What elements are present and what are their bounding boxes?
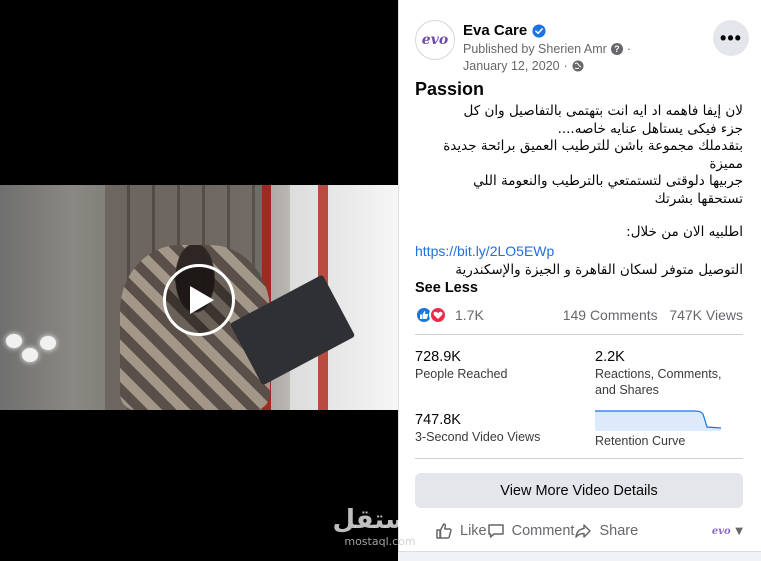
post-body-line: جزء فيكى يستاهل عنايه خاصه.... — [557, 120, 743, 137]
post-body-line: لان إيفا فاهمه اد ايه انت بتهتمى بالتفاص… — [463, 103, 743, 119]
stat-people-reached: 728.9K People Reached — [415, 349, 575, 383]
post-as-selector[interactable]: evo ▼ — [711, 524, 743, 538]
thumbs-up-icon — [436, 523, 452, 539]
stat-retention: Retention Curve — [595, 432, 755, 450]
stat-label: 3-Second Video Views — [415, 430, 541, 444]
info-icon[interactable]: ? — [610, 43, 623, 55]
globe-icon — [572, 60, 584, 72]
post-date-row: January 12, 2020 · — [463, 59, 584, 73]
stat-label: Retention Curve — [595, 434, 686, 448]
watermark-url: mostaql.com — [344, 535, 416, 548]
page-name-row: Eva Care — [463, 22, 546, 39]
play-button[interactable] — [163, 264, 235, 336]
chevron-down-icon: ▼ — [735, 525, 743, 537]
reactions-summary: 1.7K 149 Comments 747K Views — [415, 304, 743, 326]
published-by: Published by Sherien Amr ? · — [463, 42, 631, 56]
stat-label: People Reached — [415, 367, 508, 381]
page-avatar-mini: evo — [711, 525, 731, 537]
more-options-button[interactable]: ••• — [713, 20, 749, 56]
reaction-icons[interactable] — [415, 306, 447, 324]
post-body-line: بتقدملك مجموعة باشن للترطيب العميق برائح… — [443, 138, 743, 154]
post-header: evo Eva Care Published by Sherien Amr ? … — [415, 16, 749, 76]
play-icon — [190, 286, 214, 314]
lamp-glow — [40, 336, 56, 350]
video-background-lamps — [0, 330, 60, 370]
share-label: Share — [599, 523, 639, 539]
post-delivery-note: التوصيل متوفر لسكان القاهرة و الجيزة وال… — [455, 262, 743, 278]
watermark-logo-text: مستقل — [332, 505, 428, 535]
post-date[interactable]: January 12, 2020 — [463, 59, 560, 73]
divider — [415, 334, 743, 335]
stat-value: 728.9K — [415, 349, 461, 365]
views-count: 747K Views — [669, 307, 743, 323]
lamp-glow — [6, 334, 22, 348]
comment-icon — [487, 524, 504, 538]
love-reaction-icon — [429, 306, 447, 324]
like-label: Like — [460, 523, 487, 539]
verified-badge-icon — [532, 23, 546, 38]
stat-value: 2.2K — [595, 349, 625, 365]
page-avatar[interactable]: evo — [415, 20, 455, 60]
share-button[interactable]: Share — [574, 522, 638, 540]
reactions-count[interactable]: 1.7K — [455, 307, 484, 323]
retention-curve-chart — [595, 410, 722, 431]
more-options-icon: ••• — [720, 27, 742, 48]
page-avatar-logo: evo — [421, 32, 449, 48]
like-button[interactable]: Like — [435, 522, 487, 540]
share-arrow-icon — [575, 524, 592, 538]
post-body-line: جربيها دلوقتى لتستمتعي بالترطيب والنعومة… — [473, 173, 743, 189]
see-less-button[interactable]: See Less — [415, 280, 478, 296]
watermark: مستقل mostaql.com — [330, 505, 430, 548]
comments-views: 149 Comments 747K Views — [563, 307, 743, 323]
comments-count[interactable]: 149 Comments — [563, 307, 658, 323]
lamp-glow — [22, 348, 38, 362]
insights-grid: 728.9K People Reached 2.2K Reactions, Co… — [415, 349, 743, 449]
video-player[interactable] — [0, 0, 398, 561]
post-details-panel: evo Eva Care Published by Sherien Amr ? … — [398, 0, 761, 561]
post-cta: اطلبيه الان من خلال: — [626, 224, 743, 240]
separator-dot: · — [563, 59, 568, 73]
stat-reactions: 2.2K Reactions, Comments, and Shares — [595, 349, 743, 398]
post-title: Passion — [415, 79, 485, 99]
stat-value: 747.8K — [415, 412, 461, 428]
view-more-video-details-button[interactable]: View More Video Details — [415, 473, 743, 508]
bottom-strip — [398, 551, 761, 561]
stat-video-views: 747.8K 3-Second Video Views — [415, 412, 575, 446]
post-actions: Like Comment Share evo ▼ — [415, 518, 743, 544]
post-body-line: مميزة — [709, 155, 743, 172]
separator-dot: · — [626, 42, 632, 56]
post-body: لان إيفا فاهمه اد ايه انت بتهتمى بالتفاص… — [415, 103, 743, 208]
stat-label: Reactions, Comments, and Shares — [595, 367, 722, 397]
divider — [415, 458, 743, 459]
page-name[interactable]: Eva Care — [463, 22, 527, 39]
comment-button[interactable]: Comment — [487, 522, 575, 540]
post-body-line: تستحقها بشرتك — [654, 190, 743, 207]
comment-label: Comment — [511, 523, 575, 539]
post-link[interactable]: https://bit.ly/2LO5EWp — [415, 243, 554, 259]
published-by-text: Published by Sherien Amr — [463, 42, 607, 56]
